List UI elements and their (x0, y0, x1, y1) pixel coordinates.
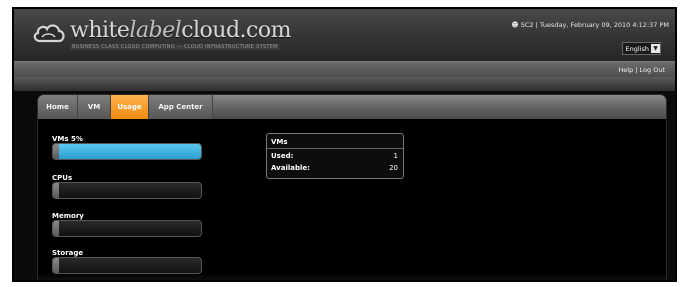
vm-available-value: 20 (389, 164, 398, 172)
vms-meter-fill (53, 144, 201, 159)
vms-meter-label: VMs 5% (52, 135, 83, 143)
cpus-meter-cap (53, 183, 59, 198)
brand-wordmark: whitelabelcloud.com (70, 18, 291, 43)
logout-link[interactable]: Log Out (640, 66, 665, 74)
panel-bottom-fade (38, 273, 666, 280)
storage-meter-label: Storage (52, 249, 84, 257)
tab-bar: Home VM Usage App Center (38, 95, 666, 119)
vm-used-label: Used: (271, 152, 294, 160)
tab-usage[interactable]: Usage (111, 95, 149, 119)
vm-summary-box: VMs Used: 1 Available: 20 (266, 133, 404, 179)
brand-name-part1: white (70, 18, 130, 43)
cloud-icon (33, 24, 65, 43)
memory-meter-cap (53, 221, 59, 236)
cpus-meter-label: CPUs (52, 174, 73, 182)
vm-used-value: 1 (393, 152, 398, 160)
vms-meter (52, 143, 202, 160)
vm-summary-divider (267, 148, 403, 149)
vm-available-row: Available: 20 (271, 164, 398, 172)
app-window: whitelabelcloud.com BUSINESS CLASS CLOUD… (12, 7, 677, 282)
username: SC2 (520, 21, 534, 29)
user-info: ☻ SC2 | Tuesday, February 09, 2010 4:12:… (511, 21, 669, 29)
header: whitelabelcloud.com BUSINESS CLASS CLOUD… (14, 9, 675, 61)
language-value: English (625, 44, 649, 53)
language-select[interactable]: English ▼ (621, 42, 661, 55)
storage-meter-cap (53, 258, 59, 273)
vms-meter-cap (53, 144, 59, 159)
header-band (14, 77, 675, 91)
chevron-down-icon[interactable]: ▼ (651, 44, 660, 53)
main-panel: Home VM Usage App Center VMs 5% CPUs Mem… (38, 95, 666, 280)
memory-meter (52, 220, 202, 237)
utility-bar: Help | Log Out (14, 61, 675, 78)
vm-available-label: Available: (271, 164, 310, 172)
storage-meter (52, 257, 202, 274)
tab-vm[interactable]: VM (78, 95, 111, 119)
brand-name-accent: label (129, 18, 182, 43)
user-separator: | (535, 21, 538, 29)
cpus-meter (52, 182, 202, 199)
help-link[interactable]: Help (618, 66, 633, 74)
utility-separator: | (635, 66, 638, 74)
memory-meter-label: Memory (52, 212, 84, 220)
brand-name-part2: cloud.com (181, 18, 291, 43)
vm-used-row: Used: 1 (271, 152, 398, 160)
tab-home[interactable]: Home (38, 95, 78, 119)
vm-summary-title: VMs (271, 138, 288, 146)
tab-app-center[interactable]: App Center (149, 95, 213, 119)
utility-links: Help | Log Out (618, 66, 665, 74)
current-datetime: Tuesday, February 09, 2010 4:12:37 PM (539, 21, 669, 29)
brand-tagline: BUSINESS CLASS CLOUD COMPUTING — CLOUD I… (70, 44, 280, 50)
user-icon: ☻ (511, 21, 519, 29)
